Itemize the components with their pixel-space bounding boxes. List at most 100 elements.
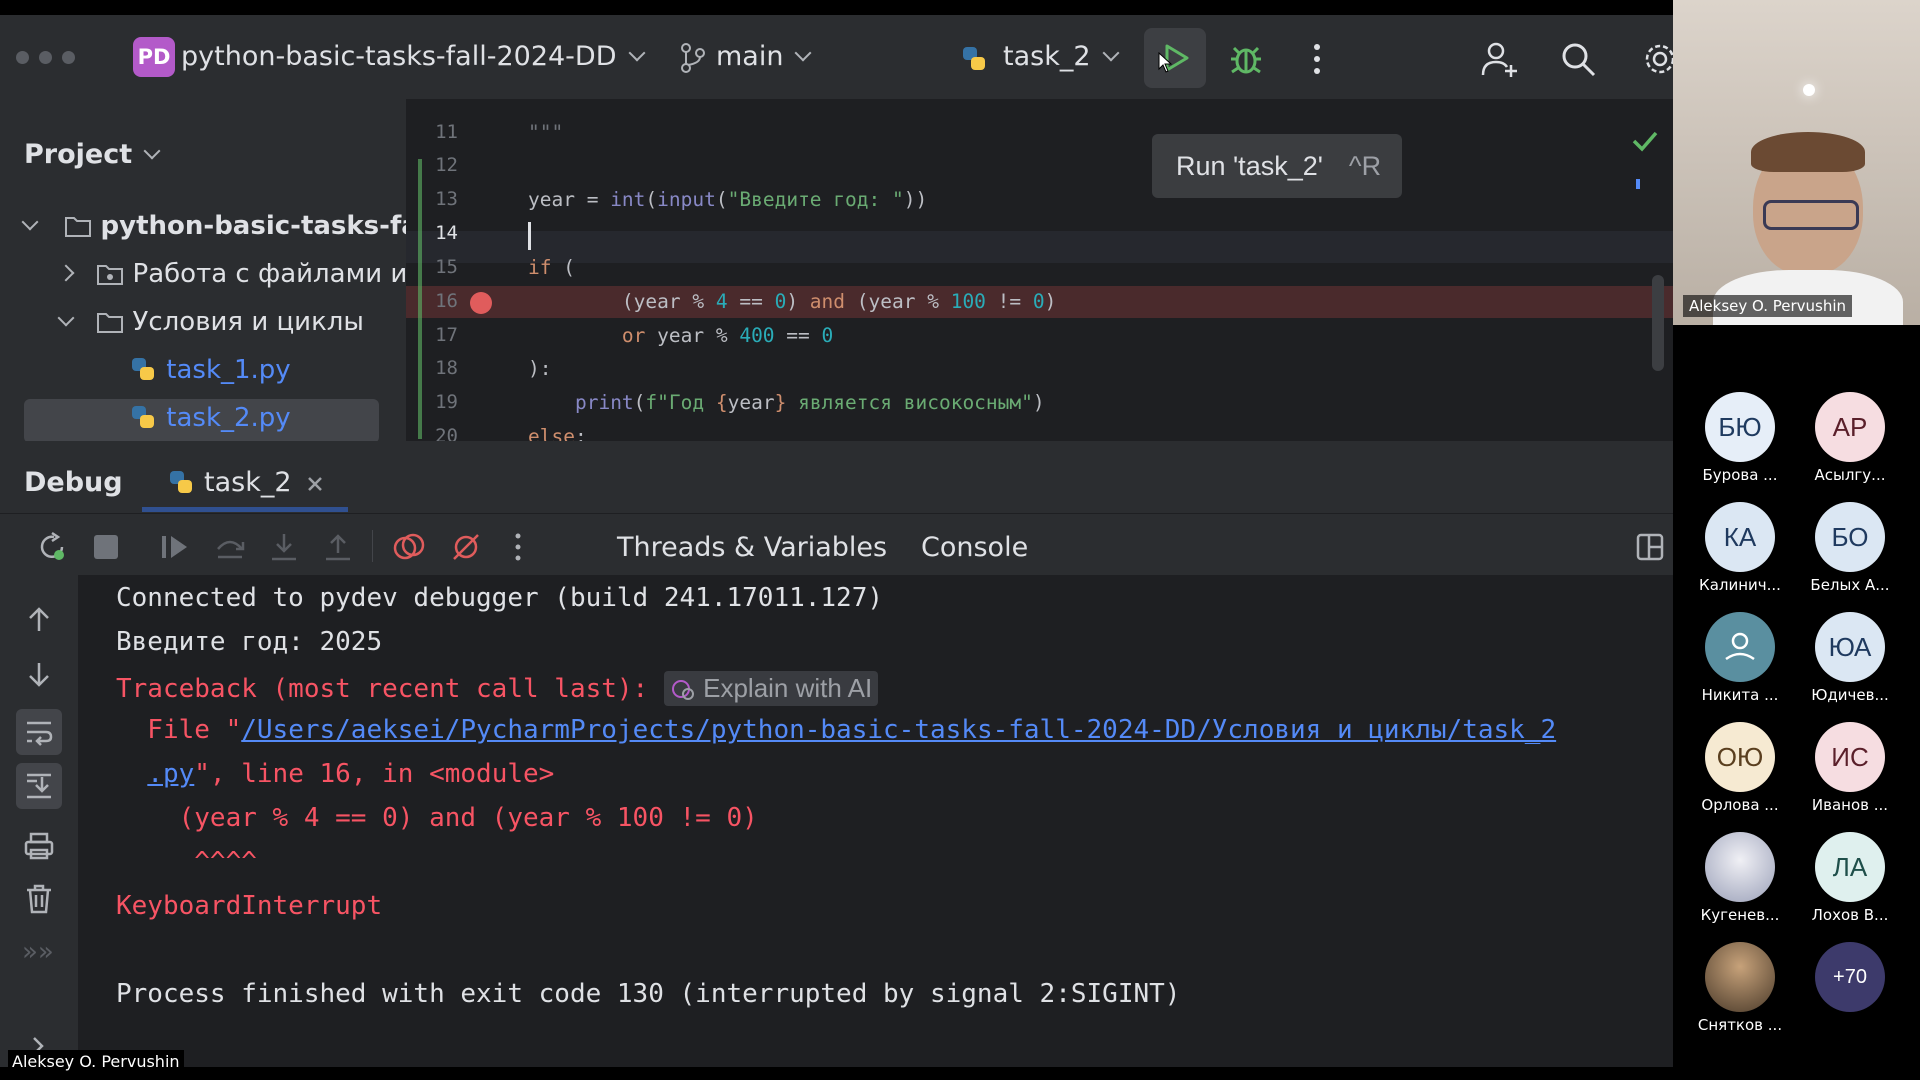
arrow-up-icon[interactable] — [24, 605, 54, 635]
project-selector[interactable]: python-basic-tasks-fall-2024-DD — [181, 41, 646, 72]
avatar: АР — [1815, 392, 1885, 462]
more-actions-icon[interactable]: »» — [22, 937, 54, 967]
participant-tile[interactable]: Никита ... — [1695, 612, 1785, 704]
console-line-input: Введите год: 2025 — [116, 627, 383, 657]
explain-with-ai-button[interactable]: Explain with AI — [663, 671, 879, 706]
console-side-toolbar: »» — [0, 575, 78, 1067]
print-icon[interactable] — [23, 831, 55, 861]
add-user-icon[interactable] — [1480, 39, 1520, 79]
code-line-11: """ — [528, 121, 564, 144]
participant-tile[interactable]: ОЮ Орлова ... — [1695, 722, 1785, 814]
more-vertical-icon[interactable] — [1311, 41, 1323, 77]
speaker-hair — [1751, 132, 1865, 172]
participant-tile[interactable]: Кугенев... — [1695, 832, 1785, 924]
search-icon[interactable] — [1560, 41, 1598, 79]
participant-tile[interactable]: Сняткoв ... — [1695, 942, 1785, 1034]
text-caret — [528, 222, 531, 250]
user-icon — [1725, 632, 1755, 661]
code-line-16: (year % 4 == 0) and (year % 100 != 0) — [528, 290, 1057, 313]
branch-selector[interactable]: main — [716, 41, 812, 72]
speaker-glasses — [1763, 200, 1859, 230]
scroll-to-end-button[interactable] — [16, 763, 62, 809]
step-into-icon[interactable] — [268, 531, 300, 563]
ai-sparkle-icon — [671, 680, 694, 700]
code-line-20: else: — [528, 425, 587, 441]
python-file-icon — [132, 406, 154, 428]
window-controls[interactable] — [16, 51, 75, 64]
pycharm-window: PD python-basic-tasks-fall-2024-DD main … — [0, 15, 1673, 1067]
console-line-file: File "/Users/aeksei/PycharmProjects/pyth… — [116, 715, 1557, 745]
presenter-name-label: Aleksey O. Pervushin — [8, 1050, 184, 1073]
arrow-down-icon[interactable] — [24, 659, 54, 689]
python-icon — [170, 471, 192, 493]
step-over-icon[interactable] — [214, 531, 246, 563]
run-config-selector[interactable]: task_2 — [1003, 41, 1120, 72]
scroll-to-end-icon — [27, 773, 51, 799]
debug-icon[interactable] — [1228, 41, 1264, 77]
trash-icon[interactable] — [24, 883, 54, 915]
tree-folder-files[interactable]: Работа с файлами и м — [57, 259, 435, 289]
package-folder-icon — [97, 265, 124, 285]
console-line-caret: ^^^^ — [116, 847, 257, 877]
console-line-finish: Process finished with exit code 130 (int… — [116, 979, 1181, 1009]
close-icon[interactable] — [306, 475, 324, 493]
console-output[interactable]: Connected to pydev debugger (build 241.1… — [78, 575, 1673, 1067]
participant-tile[interactable]: ЛА Лохов В... — [1805, 832, 1895, 924]
mute-breakpoints-icon[interactable] — [450, 531, 482, 563]
breakpoint-dot[interactable] — [470, 292, 492, 314]
file-path-link[interactable]: /Users/aeksei/PycharmProjects/python-bas… — [241, 715, 1556, 745]
view-breakpoints-icon[interactable] — [392, 531, 426, 563]
tab-threads-variables[interactable]: Threads & Variables — [617, 532, 887, 563]
tree-folder-conditions[interactable]: Условия и циклы — [57, 307, 364, 337]
file-path-link-cont[interactable]: .py — [147, 759, 194, 789]
project-name: python-basic-tasks-fall-2024-DD — [181, 41, 617, 72]
run-tooltip: Run 'task_2' ^R — [1152, 134, 1402, 198]
step-out-icon[interactable] — [322, 531, 354, 563]
avatar: БЮ — [1705, 392, 1775, 462]
rerun-icon[interactable] — [36, 531, 68, 563]
stop-icon[interactable] — [94, 535, 118, 559]
more-vertical-icon[interactable] — [512, 531, 524, 563]
project-panel-title[interactable]: Project — [24, 139, 161, 170]
mouse-cursor-icon — [1158, 52, 1173, 73]
tab-console[interactable]: Console — [921, 532, 1028, 563]
tree-root-project[interactable]: python-basic-tasks-fall- — [21, 211, 447, 241]
main-toolbar: PD python-basic-tasks-fall-2024-DD main … — [0, 15, 1673, 99]
editor-scrollbar[interactable] — [1652, 275, 1664, 371]
code-line-15: if ( — [528, 256, 575, 279]
participant-tile[interactable]: БЮ Бурова ... — [1695, 392, 1785, 484]
layout-icon[interactable] — [1636, 533, 1664, 561]
debug-panel-header: Debug task_2 — [0, 441, 1673, 513]
settings-gear-icon[interactable] — [1642, 39, 1673, 79]
code-line-18: ): — [528, 357, 552, 380]
participant-tile[interactable]: ИС Иванов ... — [1805, 722, 1895, 814]
console-line-connected: Connected to pydev debugger (build 241.1… — [116, 583, 884, 613]
chevron-down-icon — [21, 213, 39, 231]
folder-icon — [97, 313, 124, 333]
debug-toolbar: Threads & Variables Console — [0, 513, 1673, 579]
participant-tile[interactable]: ЮА Юдичев... — [1805, 612, 1895, 704]
folder-icon — [65, 217, 92, 237]
project-badge[interactable]: PD — [133, 37, 175, 77]
more-participants-button[interactable]: +70 — [1805, 942, 1895, 1012]
ceiling-light — [1803, 84, 1815, 96]
chevron-down-icon — [794, 44, 812, 62]
tree-file-task1[interactable]: task_1.py — [130, 355, 291, 385]
speaker-video[interactable]: Aleksey O. Pervushin — [1673, 0, 1920, 325]
participant-tile[interactable]: КА Калинич... — [1695, 502, 1785, 594]
code-editor[interactable]: 11 12 13 14 15 16 17 18 19 20 """ year =… — [406, 99, 1673, 441]
resume-icon[interactable] — [158, 531, 192, 563]
more-count-badge: +70 — [1815, 942, 1885, 1012]
console-line-interrupt: KeyboardInterrupt — [116, 891, 383, 921]
tree-file-task2[interactable]: task_2.py — [130, 403, 291, 433]
git-branch-icon — [681, 43, 705, 73]
avatar-photo — [1705, 942, 1775, 1012]
participant-tile[interactable]: БО Белых А... — [1805, 502, 1895, 594]
debug-session-tab[interactable]: task_2 — [204, 467, 292, 498]
chevron-right-icon — [57, 264, 75, 282]
tab-underline — [142, 507, 348, 512]
soft-wrap-button[interactable] — [16, 709, 62, 755]
speaker-name: Aleksey O. Pervushin — [1683, 295, 1853, 317]
participant-tile[interactable]: АР Асылгу... — [1805, 392, 1895, 484]
run-button[interactable] — [1144, 28, 1206, 88]
